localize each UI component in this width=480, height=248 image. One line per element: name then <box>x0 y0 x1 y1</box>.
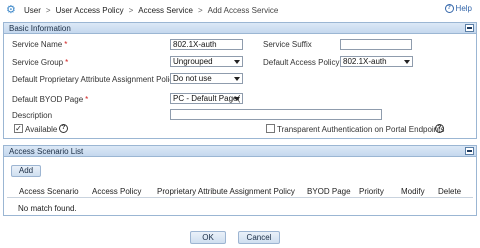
service-name-label: Service Name * <box>12 40 68 49</box>
breadcrumb-separator: > <box>128 5 134 15</box>
byod-page-label: Default BYOD Page * <box>12 95 89 104</box>
empty-table-message: No match found. <box>18 204 77 213</box>
scenario-table-header: Access Scenario Access Policy Proprietar… <box>7 183 473 198</box>
basic-information-header: Basic Information <box>4 23 476 34</box>
gear-icon: ⚙ <box>6 4 16 16</box>
help-link[interactable]: ? Help <box>444 4 472 13</box>
collapse-icon[interactable] <box>465 147 474 155</box>
breadcrumb-separator: > <box>197 5 203 15</box>
basic-information-title: Basic Information <box>9 23 71 33</box>
cancel-button[interactable]: Cancel <box>238 231 280 244</box>
transparent-auth-checkbox[interactable] <box>266 124 275 133</box>
service-suffix-label: Service Suffix <box>263 40 312 49</box>
service-group-select[interactable]: Ungrouped <box>170 56 243 67</box>
help-icon[interactable]: ? <box>59 124 68 133</box>
access-scenario-panel: Access Scenario List Add Access Scenario… <box>3 145 477 216</box>
default-access-policy-select[interactable]: 802.1X-auth <box>340 56 413 67</box>
help-icon[interactable]: ? <box>435 124 444 133</box>
access-scenario-header: Access Scenario List <box>4 146 476 157</box>
breadcrumb-item-user[interactable]: User <box>24 6 41 15</box>
column-delete: Delete <box>438 187 462 196</box>
breadcrumb-item-current: Add Access Service <box>207 5 279 15</box>
description-label: Description <box>12 111 53 120</box>
available-checkbox[interactable]: ✓ <box>14 124 23 133</box>
breadcrumb-item-access-service[interactable]: Access Service <box>138 6 193 15</box>
ok-button[interactable]: OK <box>190 231 226 244</box>
available-label: Available <box>25 125 58 134</box>
chevron-down-icon <box>404 60 410 64</box>
column-modify: Modify <box>401 187 425 196</box>
service-suffix-input[interactable] <box>340 39 412 50</box>
service-name-input[interactable]: 802.1X-auth <box>170 39 243 50</box>
breadcrumb-separator: > <box>45 5 51 15</box>
column-access-scenario[interactable]: Access Scenario <box>19 187 79 196</box>
transparent-auth-label: Transparent Authentication on Portal End… <box>277 125 445 134</box>
column-priority[interactable]: Priority <box>359 187 384 196</box>
proprietary-policy-select[interactable]: Do not use <box>170 73 243 84</box>
column-byod-page[interactable]: BYOD Page <box>307 187 351 196</box>
add-scenario-button[interactable]: Add <box>11 165 41 177</box>
service-group-label: Service Group * <box>12 58 69 67</box>
basic-information-panel: Basic Information Service Name * 802.1X-a… <box>3 22 477 139</box>
byod-page-select[interactable]: PC - Default Page( <box>170 93 243 104</box>
column-access-policy[interactable]: Access Policy <box>92 187 141 196</box>
chevron-down-icon <box>234 60 240 64</box>
breadcrumb-item-user-access-policy[interactable]: User Access Policy <box>56 6 124 15</box>
default-access-policy-label: Default Access Policy* <box>263 58 345 67</box>
column-proprietary-policy[interactable]: Proprietary Attribute Assignment Policy <box>157 187 295 196</box>
help-icon: ? <box>444 4 454 13</box>
help-label: Help <box>455 4 472 13</box>
access-scenario-title: Access Scenario List <box>9 146 84 156</box>
collapse-icon[interactable] <box>465 24 474 32</box>
chevron-down-icon <box>234 97 240 101</box>
breadcrumb: User > User Access Policy > Access Servi… <box>24 6 278 15</box>
description-input[interactable] <box>170 109 382 120</box>
chevron-down-icon <box>234 77 240 81</box>
proprietary-policy-label: Default Proprietary Attribute Assignment… <box>12 75 183 84</box>
top-bar: ⚙ User > User Access Policy > Access Ser… <box>0 0 480 20</box>
